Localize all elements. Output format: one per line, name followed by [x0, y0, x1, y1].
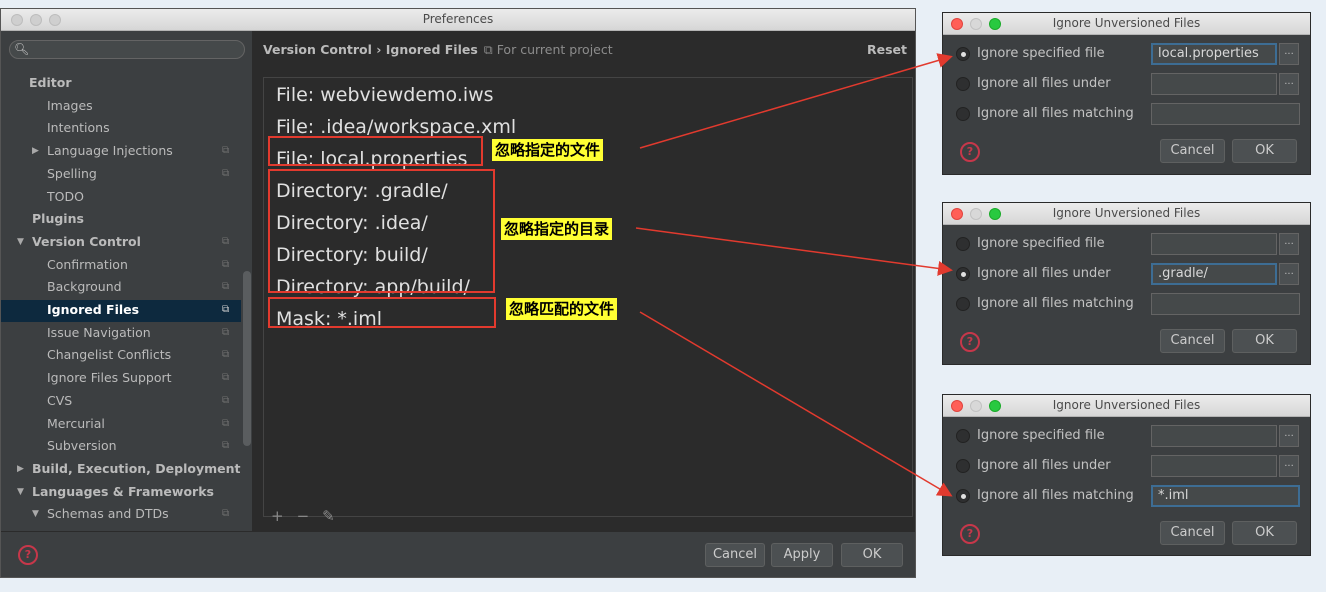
- annotation-arrows: [635, 53, 953, 497]
- arrow-to-dialog-1: [639, 53, 953, 149]
- arrow-to-dialog-2: [635, 227, 953, 276]
- arrow-to-dialog-3: [639, 311, 953, 497]
